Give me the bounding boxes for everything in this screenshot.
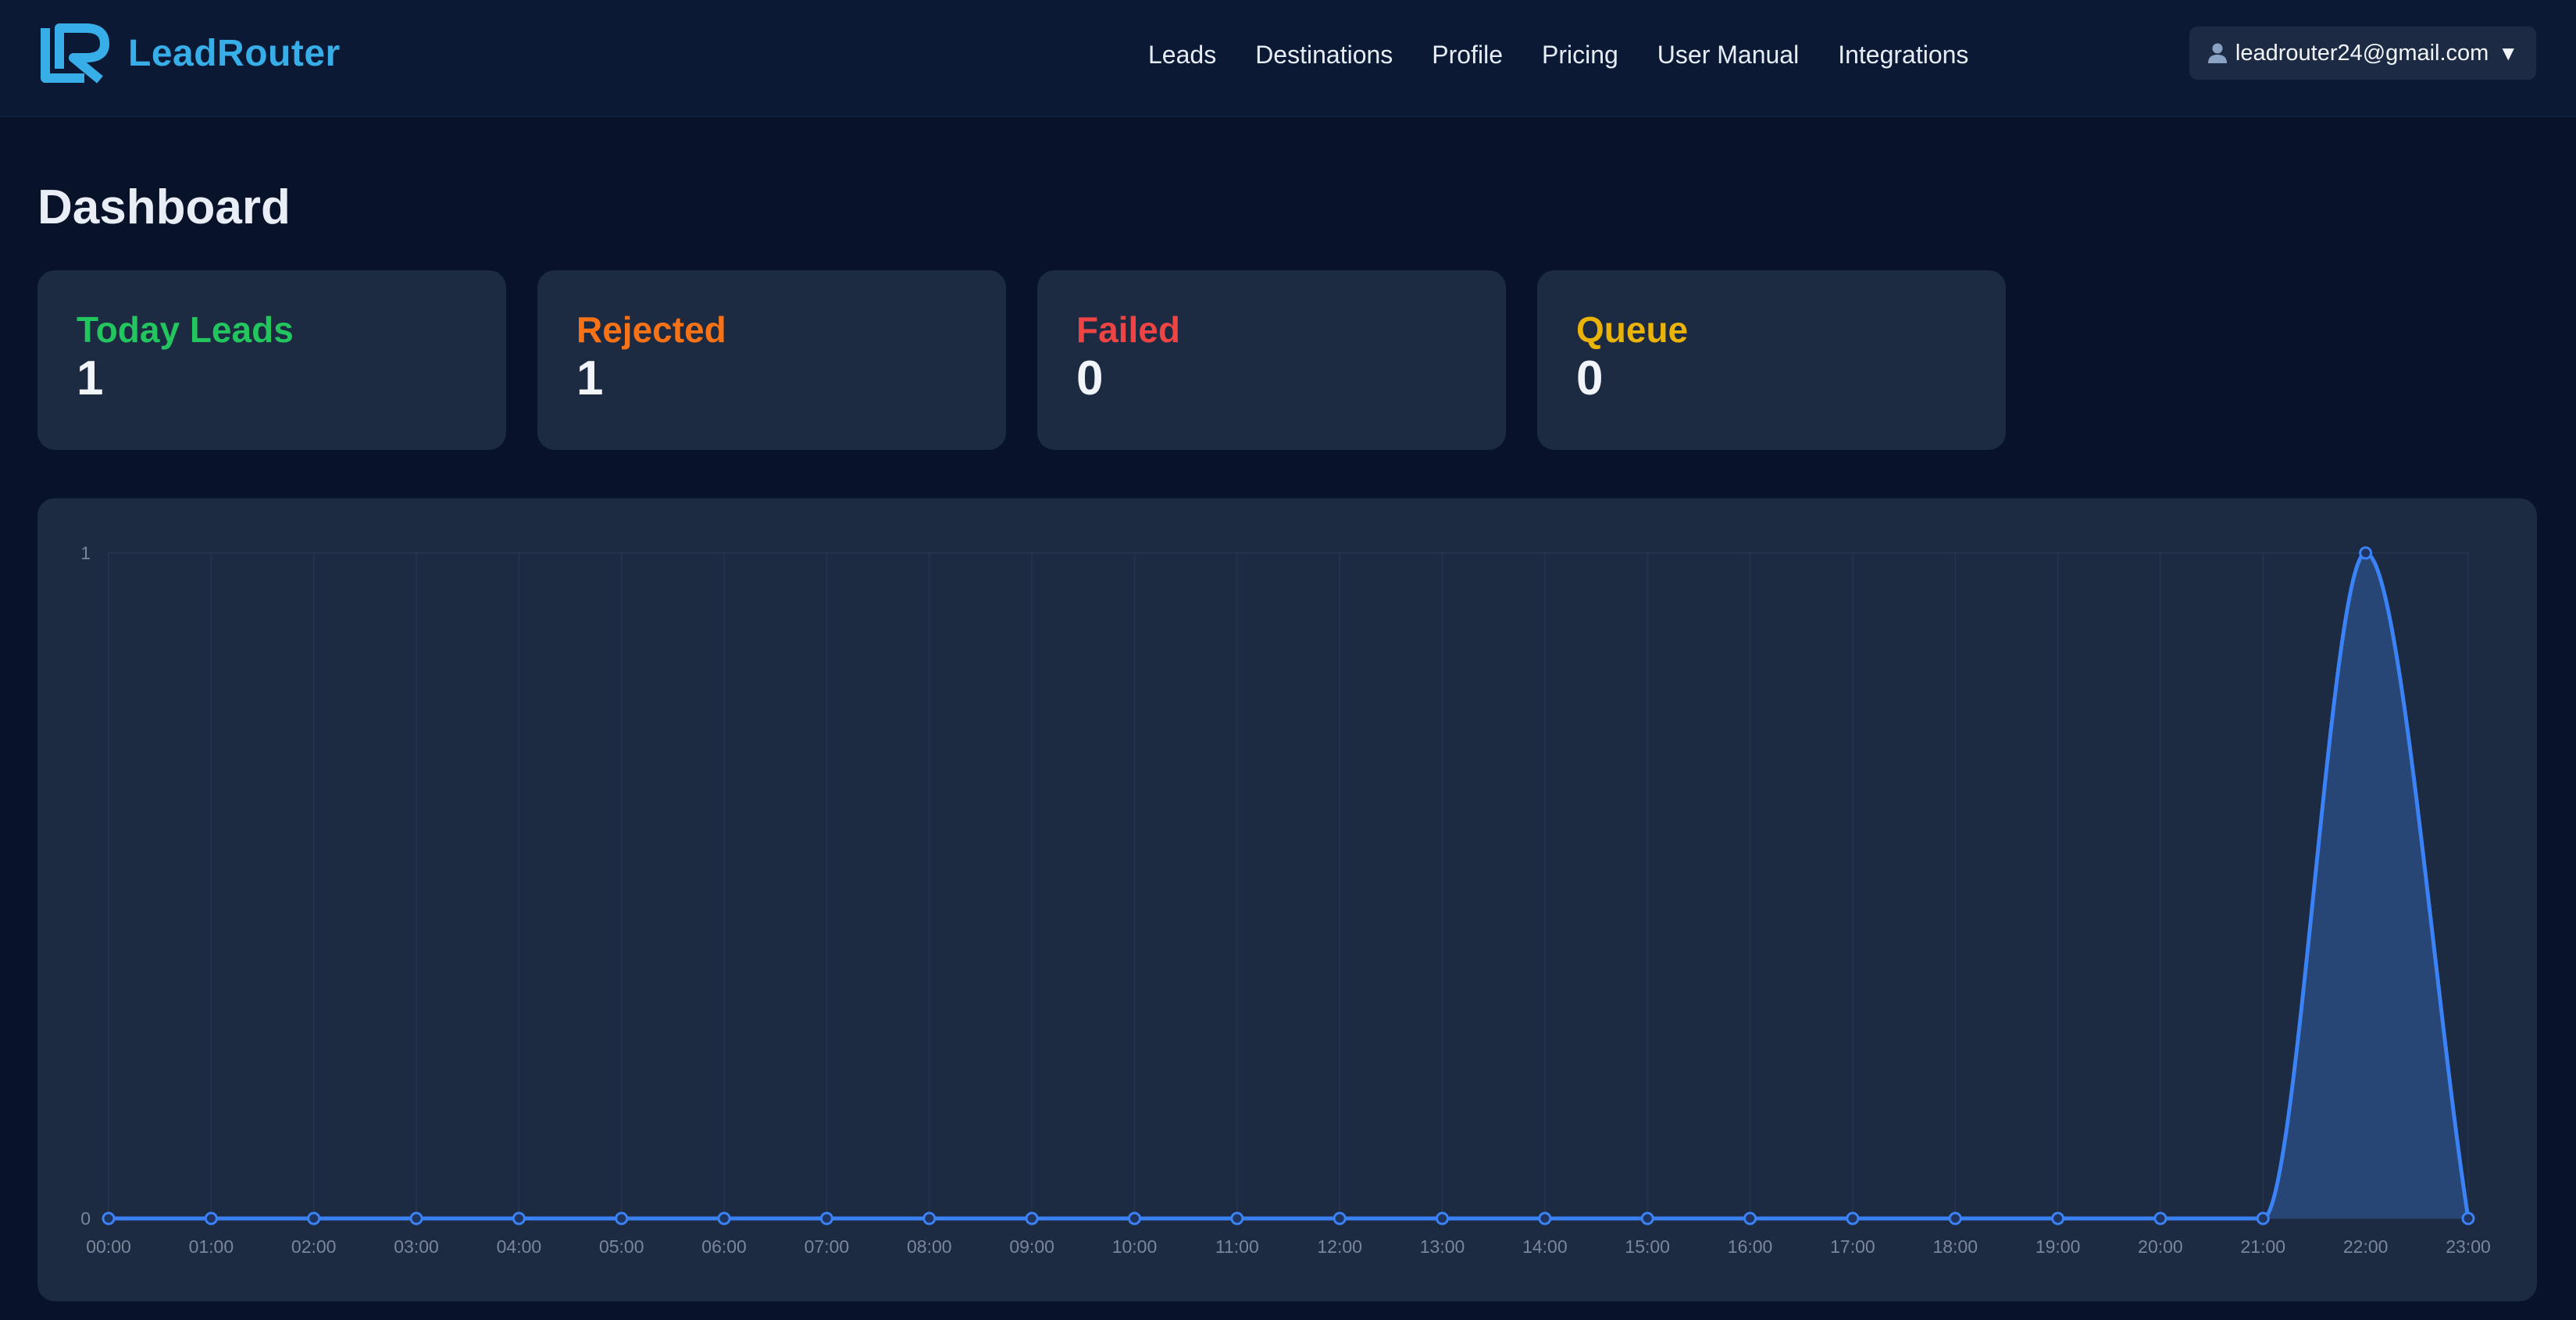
leads-per-hour-chart: 0 1 00:00 01:00 02:00 03:00 04:00 05:00 06:00 07:…: [80, 543, 2491, 1257]
x-tick-label: 14:00: [1522, 1236, 1568, 1257]
stat-label: Queue: [1576, 309, 1689, 350]
main-nav: Leads Destinations Profile Pricing User …: [1148, 33, 1968, 77]
x-tick-label: 16:00: [1728, 1236, 1773, 1257]
x-tick-label: 13:00: [1420, 1236, 1465, 1257]
data-point: [1333, 1211, 1347, 1225]
x-tick-label: 00:00: [86, 1236, 131, 1257]
x-tick-label: 19:00: [2035, 1236, 2081, 1257]
logo-icon: [41, 23, 109, 84]
x-tick-label: 10:00: [1112, 1236, 1158, 1257]
x-tick-label: 21:00: [2241, 1236, 2286, 1257]
x-tick-label: 22:00: [2343, 1236, 2389, 1257]
user-icon: [2207, 43, 2227, 63]
stat-card-rejected: Rejected 1: [537, 270, 1006, 450]
data-point: [615, 1211, 629, 1225]
data-point: [1948, 1211, 1962, 1225]
stat-value: 0: [1576, 351, 1604, 405]
data-point: [2051, 1211, 2065, 1225]
data-point: [409, 1211, 423, 1225]
x-tick-label: 02:00: [291, 1236, 337, 1257]
user-email: leadrouter24@gmail.com: [2235, 40, 2489, 66]
data-point: [1640, 1211, 1654, 1225]
stat-card-queue: Queue 0: [1537, 270, 2006, 450]
data-point: [204, 1211, 218, 1225]
stat-value: 1: [576, 351, 604, 405]
y-tick-label: 0: [80, 1208, 91, 1229]
x-tick-label: 06:00: [701, 1236, 747, 1257]
page-title: Dashboard: [37, 180, 291, 234]
stat-label: Rejected: [576, 309, 726, 350]
data-point: [717, 1211, 731, 1225]
data-point: [2461, 1211, 2475, 1225]
x-tick-label: 20:00: [2138, 1236, 2183, 1257]
x-tick-label: 09:00: [1009, 1236, 1054, 1257]
stat-label: Today Leads: [77, 309, 294, 350]
nav-profile[interactable]: Profile: [1432, 41, 1503, 70]
nav-integrations[interactable]: Integrations: [1838, 41, 1968, 70]
y-tick-label: 1: [80, 543, 91, 563]
data-point: [819, 1211, 833, 1225]
x-tick-label: 17:00: [1830, 1236, 1875, 1257]
stat-card-today-leads: Today Leads 1: [37, 270, 506, 450]
data-point: [307, 1211, 321, 1225]
data-point: [1436, 1211, 1450, 1225]
data-point: [922, 1211, 937, 1225]
stat-value: 0: [1076, 351, 1104, 405]
nav-destinations[interactable]: Destinations: [1255, 41, 1393, 70]
x-tick-label: 11:00: [1215, 1236, 1259, 1257]
x-tick-label: 08:00: [907, 1236, 952, 1257]
stat-label: Failed: [1076, 309, 1180, 350]
x-tick-label: 12:00: [1317, 1236, 1362, 1257]
data-point: [1127, 1211, 1141, 1225]
data-point: [2359, 546, 2373, 560]
data-point: [102, 1211, 116, 1225]
stat-value: 1: [77, 351, 104, 405]
logo[interactable]: LeadRouter: [39, 22, 341, 84]
x-tick-label: 05:00: [599, 1236, 644, 1257]
data-point: [2256, 1211, 2270, 1225]
user-menu-button[interactable]: leadrouter24@gmail.com ▼: [2189, 27, 2536, 80]
nav-user-manual[interactable]: User Manual: [1657, 41, 1799, 70]
stats-cards: Today Leads 1 Rejected 1 Failed 0 Queue …: [37, 270, 2006, 450]
data-point: [2153, 1211, 2167, 1225]
x-tick-label: 04:00: [497, 1236, 542, 1257]
x-tick-label: 15:00: [1625, 1236, 1670, 1257]
data-point: [1846, 1211, 1860, 1225]
nav-pricing[interactable]: Pricing: [1542, 41, 1618, 70]
stat-card-failed: Failed 0: [1037, 270, 1506, 450]
app-name: LeadRouter: [128, 32, 341, 74]
data-point: [1538, 1211, 1552, 1225]
x-tick-label: 23:00: [2446, 1236, 2491, 1257]
data-point: [1230, 1211, 1244, 1225]
leads-chart-panel: 0 1 00:00 01:00 02:00 03:00 04:00 05:00 06:00 07:…: [37, 498, 2537, 1301]
x-tick-label: 18:00: [1932, 1236, 1978, 1257]
x-tick-label: 01:00: [189, 1236, 234, 1257]
top-navbar: LeadRouter Leads Destinations Profile Pr…: [0, 0, 2576, 117]
chevron-down-icon: ▼: [2498, 41, 2519, 65]
x-tick-label: 03:00: [394, 1236, 439, 1257]
series-area: [109, 553, 2468, 1218]
data-point: [1743, 1211, 1757, 1225]
nav-leads[interactable]: Leads: [1148, 41, 1216, 70]
data-point: [512, 1211, 526, 1225]
data-point: [1025, 1211, 1039, 1225]
series-line: [109, 551, 2471, 1221]
x-tick-label: 07:00: [805, 1236, 850, 1257]
